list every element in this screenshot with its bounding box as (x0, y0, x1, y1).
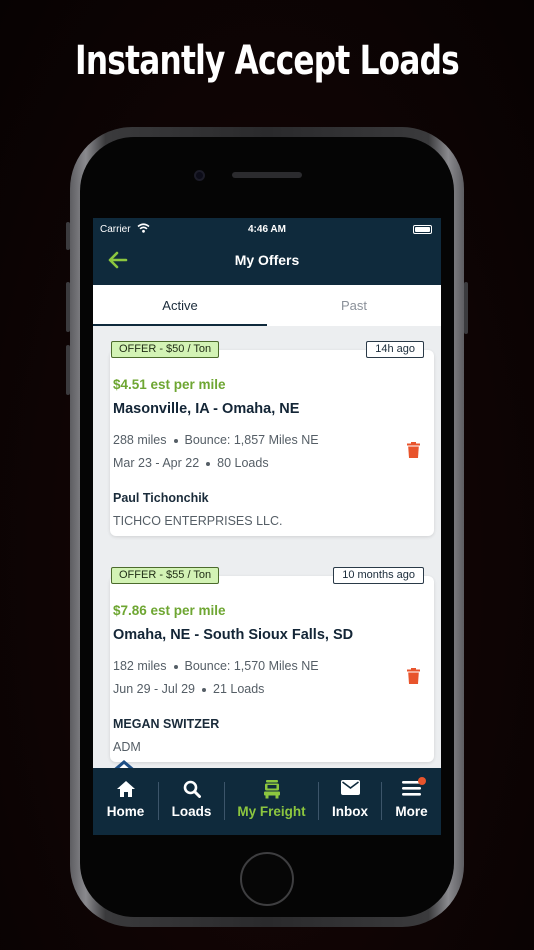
offer-bounce: Bounce: 1,857 Miles NE (184, 433, 319, 447)
offer-age-badge: 14h ago (366, 341, 424, 358)
separator-dot (202, 687, 206, 692)
offer-route: Masonville, IA - Omaha, NE (113, 401, 300, 417)
tab-active[interactable]: Active (93, 285, 267, 326)
tab-label: More (395, 804, 428, 819)
app-screen: Carrier 4:46 AM My Offers Active Past OF… (93, 218, 441, 835)
tab-loads[interactable]: Loads (159, 768, 224, 835)
offer-card-body: $4.51 est per mile Masonville, IA - Omah… (110, 350, 434, 536)
status-bar: Carrier 4:46 AM (93, 222, 441, 238)
offer-schedule-line: Jun 29 - Jul 29 21 Loads (113, 682, 264, 696)
offer-route: Omaha, NE - South Sioux Falls, SD (113, 627, 354, 643)
separator-dot (173, 664, 178, 669)
offer-price-badge: OFFER - $50 / Ton (111, 341, 220, 358)
offer-loads: 80 Loads (217, 456, 269, 470)
home-icon (93, 780, 158, 798)
tab-more[interactable]: More (382, 768, 441, 835)
offer-dates: Mar 23 - Apr 22 (113, 456, 200, 470)
tab-label: Loads (171, 804, 212, 819)
offer-loads: 21 Loads (213, 682, 265, 696)
search-icon (159, 780, 224, 798)
offer-dates: Jun 29 - Jul 29 (113, 682, 195, 696)
offer-schedule-line: Mar 23 - Apr 22 80 Loads (113, 456, 269, 470)
offer-miles: 288 miles (113, 433, 167, 447)
menu-icon (382, 780, 441, 798)
offer-age-badge: 10 months ago (333, 567, 424, 584)
earpiece-speaker (232, 172, 302, 178)
front-camera (194, 170, 205, 181)
volume-down-button (66, 345, 70, 395)
offer-company-name: TICHCO ENTERPRISES LLC. (113, 514, 283, 528)
tab-label: Home (106, 804, 145, 819)
separator-dot (206, 461, 211, 466)
status-time: 4:46 AM (248, 224, 286, 235)
truck-icon (225, 780, 318, 799)
battery-icon (413, 225, 432, 234)
offer-rate: $4.51 est per mile (113, 377, 226, 392)
segment-tabs: Active Past (93, 285, 441, 326)
offer-price-badge: OFFER - $55 / Ton (111, 567, 220, 584)
tab-label: My Freight (237, 804, 306, 819)
navigation-bar: Carrier 4:46 AM My Offers (93, 218, 441, 285)
marketing-headline: Instantly Accept Loads (75, 38, 460, 84)
offer-rate: $7.86 est per mile (113, 603, 226, 618)
separator-dot (173, 438, 178, 443)
tab-past[interactable]: Past (267, 285, 441, 326)
offer-distance-line: 288 miles Bounce: 1,857 Miles NE (113, 433, 319, 447)
mute-switch (66, 222, 70, 250)
trash-icon[interactable] (407, 668, 420, 689)
home-hardware-button (240, 852, 294, 906)
volume-up-button (66, 282, 70, 332)
tab-inbox[interactable]: Inbox (319, 768, 381, 835)
offer-bounce: Bounce: 1,570 Miles NE (184, 659, 319, 673)
bottom-tab-bar: Home Loads My Freight Inbox More (93, 768, 441, 835)
tab-label: Inbox (332, 804, 368, 819)
envelope-icon (319, 780, 381, 798)
tab-home[interactable]: Home (93, 768, 158, 835)
tab-my-freight[interactable]: My Freight (225, 768, 318, 835)
offer-company-name: ADM (113, 740, 141, 754)
notification-dot (418, 777, 426, 785)
offer-card-body: $7.86 est per mile Omaha, NE - South Sio… (110, 576, 434, 762)
offer-miles: 182 miles (113, 659, 167, 673)
power-button (464, 282, 468, 334)
offer-distance-line: 182 miles Bounce: 1,570 Miles NE (113, 659, 319, 673)
offer-contact-name: Paul Tichonchik (113, 491, 209, 505)
offer-contact-name: MEGAN SWITZER (113, 717, 220, 731)
trash-icon[interactable] (407, 442, 420, 463)
page-title: My Offers (234, 252, 300, 268)
